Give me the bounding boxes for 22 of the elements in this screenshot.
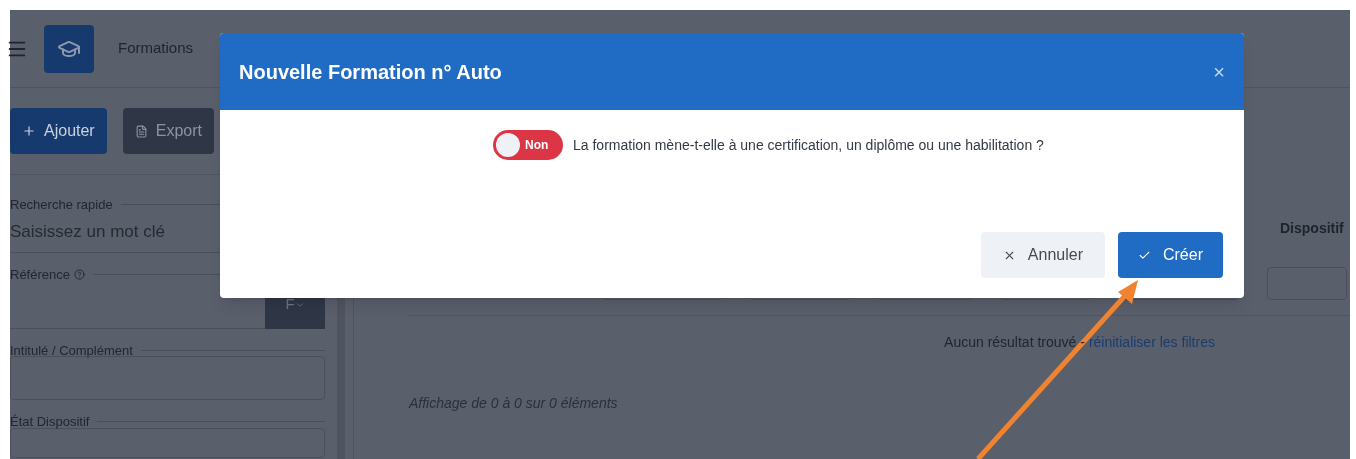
export-button[interactable]: Export	[122, 108, 214, 154]
toggle-knob	[496, 133, 520, 157]
file-icon	[134, 124, 148, 138]
help-icon	[74, 269, 85, 281]
app-title: Formations	[118, 38, 194, 59]
select-field[interactable]	[10, 427, 325, 458]
add-button[interactable]: Ajouter	[10, 108, 107, 154]
field-label: Recherche rapide	[10, 196, 113, 214]
toggle-switch[interactable]: Non	[493, 130, 563, 160]
close-button[interactable]: ×	[1213, 61, 1225, 82]
column-header: Dispositif	[1280, 219, 1345, 238]
text-field[interactable]	[10, 356, 325, 400]
question-text: La formation mène-t-elle à une certification, un diplôme ou une habilitation ?	[573, 135, 1044, 155]
cancel-button[interactable]: Annuler	[980, 232, 1105, 278]
field-label: Intitulé / Complément	[10, 341, 133, 360]
search-field[interactable]: Saisissez un mot clé	[10, 218, 329, 244]
plus-icon	[22, 124, 36, 138]
create-button[interactable]: Créer	[1118, 232, 1223, 278]
empty-message: Aucun résultat trouvé -	[944, 333, 1085, 352]
field-label: État Dispositif	[10, 413, 90, 431]
field-label: Référence	[10, 266, 70, 284]
modal-title: Nouvelle Formation n° Auto	[239, 59, 502, 85]
